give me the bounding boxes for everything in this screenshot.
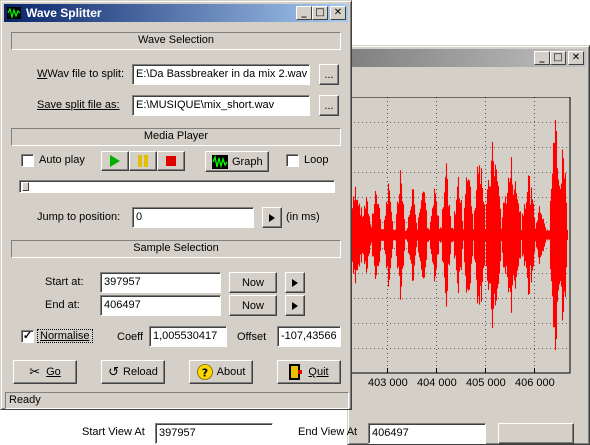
position-slider-thumb[interactable] bbox=[22, 182, 29, 191]
jump-go-button[interactable] bbox=[262, 207, 282, 228]
offset-label: Offset bbox=[237, 331, 267, 343]
close-icon[interactable]: ✕ bbox=[330, 6, 346, 20]
start-view-label: Start View At bbox=[82, 426, 145, 438]
arrow-right-icon bbox=[269, 213, 275, 222]
minimize-icon[interactable]: _ bbox=[296, 6, 312, 20]
graph-window-titlebar[interactable]: _ □ ✕ bbox=[351, 49, 586, 67]
loop-label: Loop bbox=[304, 154, 329, 166]
end-now-button[interactable]: Now bbox=[229, 295, 277, 316]
main-window-titlebar[interactable]: Wave Splitter _ □ ✕ bbox=[4, 4, 348, 22]
end-play-button[interactable] bbox=[285, 295, 305, 316]
normalise-checkbox[interactable]: ✓ bbox=[21, 330, 34, 343]
save-file-label: Save split file as: bbox=[37, 99, 120, 111]
wav-file-label: WWav file to split: bbox=[37, 68, 125, 80]
main-window-controls: _ □ ✕ bbox=[296, 6, 346, 20]
reload-button[interactable]: ↺ Reload bbox=[101, 360, 165, 384]
quit-button[interactable]: Quit bbox=[277, 360, 341, 384]
end-view-field[interactable]: 406497 bbox=[368, 423, 486, 444]
wave-selection-header: Wave Selection bbox=[11, 32, 341, 50]
svg-text:?: ? bbox=[201, 367, 207, 380]
go-button[interactable]: ✂ Go bbox=[13, 360, 77, 384]
end-view-label: End View At bbox=[298, 426, 358, 438]
media-player-header: Media Player bbox=[11, 128, 341, 146]
app-waveform-icon bbox=[7, 7, 21, 19]
x-tick-label: 404 000 bbox=[417, 377, 457, 389]
end-at-label: End at: bbox=[45, 299, 80, 311]
close-icon[interactable]: ✕ bbox=[568, 51, 584, 65]
wav-file-browse-button[interactable]: ... bbox=[319, 64, 339, 85]
wav-file-input[interactable]: E:\Da Bassbreaker in da mix 2.wav bbox=[132, 64, 310, 85]
stop-button[interactable] bbox=[157, 151, 185, 171]
x-tick-label: 406 000 bbox=[515, 377, 555, 389]
reload-button-label: Reload bbox=[123, 366, 158, 378]
normalise-label: Normalise bbox=[37, 329, 93, 343]
minimize-icon[interactable]: _ bbox=[534, 51, 550, 65]
quit-button-label: Quit bbox=[308, 366, 329, 378]
check-icon: ✓ bbox=[22, 330, 33, 342]
offset-input[interactable]: -107,43566 bbox=[277, 326, 341, 347]
status-bar: Ready bbox=[5, 392, 349, 409]
about-button[interactable]: ? About bbox=[189, 360, 253, 384]
coeff-label: Coeff bbox=[117, 331, 144, 343]
waveform-plot bbox=[350, 97, 571, 374]
maximize-icon[interactable]: □ bbox=[312, 6, 328, 20]
sample-selection-header: Sample Selection bbox=[11, 240, 341, 258]
reload-icon: ↺ bbox=[108, 364, 120, 380]
main-window: Wave Splitter _ □ ✕ Wave Selection WWav … bbox=[0, 0, 352, 410]
help-icon: ? bbox=[196, 364, 213, 380]
play-button[interactable] bbox=[101, 151, 129, 171]
scissors-icon: ✂ bbox=[29, 364, 41, 380]
graph-bottom-button[interactable] bbox=[498, 423, 574, 444]
start-play-button[interactable] bbox=[285, 272, 305, 293]
jump-to-position-label: Jump to position: bbox=[37, 211, 121, 223]
save-file-browse-button[interactable]: ... bbox=[319, 95, 339, 116]
exit-door-icon bbox=[289, 364, 303, 380]
graph-window-controls: _ □ ✕ bbox=[534, 51, 584, 65]
start-now-button[interactable]: Now bbox=[229, 272, 277, 293]
graph-button[interactable]: Graph bbox=[205, 151, 269, 172]
auto-play-label: Auto play bbox=[39, 154, 85, 166]
graph-icon bbox=[212, 154, 228, 169]
x-tick-label: 403 000 bbox=[368, 377, 408, 389]
play-icon bbox=[110, 155, 120, 167]
maximize-icon[interactable]: □ bbox=[550, 51, 566, 65]
go-button-label: Go bbox=[46, 366, 61, 378]
arrow-right-icon bbox=[292, 301, 298, 310]
start-at-label: Start at: bbox=[45, 276, 84, 288]
start-at-input[interactable]: 397957 bbox=[100, 272, 221, 293]
stop-icon bbox=[166, 156, 176, 166]
jump-position-input[interactable]: 0 bbox=[132, 207, 254, 228]
x-tick-label: 405 000 bbox=[466, 377, 506, 389]
auto-play-checkbox[interactable] bbox=[21, 154, 34, 167]
graph-button-label: Graph bbox=[232, 155, 263, 168]
save-file-input[interactable]: E:\MUSIQUE\mix_short.wav bbox=[132, 95, 310, 116]
start-view-field[interactable]: 397957 bbox=[155, 423, 273, 444]
position-slider[interactable] bbox=[19, 180, 335, 193]
coeff-input[interactable]: 1,005530417 bbox=[149, 326, 227, 347]
pause-icon bbox=[138, 155, 148, 167]
loop-checkbox[interactable] bbox=[286, 154, 299, 167]
jump-unit-label: (in ms) bbox=[286, 211, 320, 223]
about-button-label: About bbox=[216, 366, 246, 378]
pause-button[interactable] bbox=[129, 151, 157, 171]
end-at-input[interactable]: 406497 bbox=[100, 295, 221, 316]
main-window-title: Wave Splitter bbox=[26, 6, 102, 20]
arrow-right-icon bbox=[292, 278, 298, 287]
